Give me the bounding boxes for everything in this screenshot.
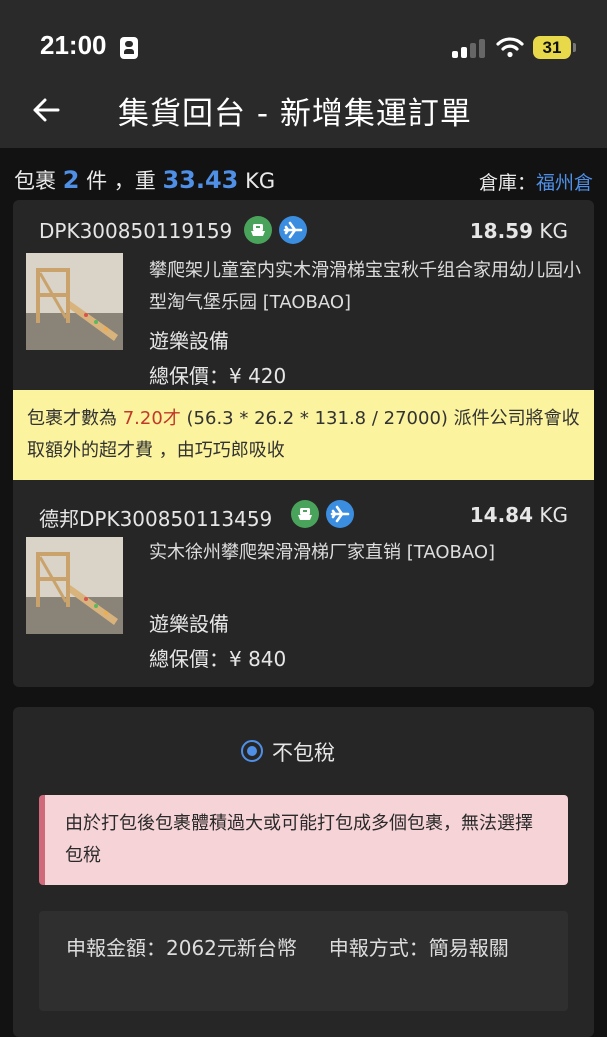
product-category: 遊樂設備 bbox=[149, 329, 229, 353]
declared-amount: 2062元新台幣 bbox=[166, 936, 297, 960]
product-description: 实木徐州攀爬架滑滑梯厂家直销 [TAOBAO] bbox=[149, 542, 496, 563]
insured-value: 總保價：¥ 840 bbox=[149, 643, 286, 672]
wifi-icon bbox=[496, 37, 524, 58]
total-weight: 33.43 bbox=[162, 166, 239, 194]
product-thumbnail[interactable] bbox=[26, 253, 123, 350]
ship-icon bbox=[244, 216, 272, 244]
insured-label: 總保價： bbox=[149, 647, 229, 671]
declaration-info: 申報金額：2062元新台幣 申報方式：簡易報關 bbox=[66, 930, 556, 966]
package-unit: 件 bbox=[86, 169, 108, 193]
status-time: 21:00 bbox=[40, 30, 107, 60]
battery-cap bbox=[573, 43, 576, 52]
id-card-icon bbox=[120, 37, 138, 59]
package-id: 德邦DPK300850113459 bbox=[39, 507, 273, 531]
weight-unit: KG bbox=[245, 169, 276, 193]
no-tax-radio[interactable] bbox=[241, 740, 263, 762]
oversize-value: 7.20才 bbox=[122, 408, 181, 429]
package-weight-unit: KG bbox=[539, 503, 568, 527]
insured-value: 總保價：¥ 420 bbox=[149, 360, 286, 389]
cellular-signal-icon bbox=[452, 38, 486, 58]
insured-label: 總保價： bbox=[149, 364, 229, 388]
package-weight-value: 18.59 bbox=[469, 219, 534, 243]
declaration-method-label: 申報方式： bbox=[328, 936, 429, 960]
package-count: 2 bbox=[62, 166, 80, 194]
declared-amount-label: 申報金額： bbox=[66, 936, 166, 960]
warehouse-info: 倉庫：福州倉 bbox=[479, 168, 593, 195]
battery-level: 31 bbox=[533, 36, 571, 59]
weight-label: ，重 bbox=[113, 169, 156, 193]
page-title: 集貨回台 - 新增集運訂單 bbox=[118, 96, 472, 132]
package-weight-value: 14.84 bbox=[469, 503, 534, 527]
warehouse-label: 倉庫： bbox=[478, 172, 536, 194]
order-summary: 包裹 2 件 ，重 33.43 KG bbox=[14, 165, 275, 195]
no-tax-label[interactable]: 不包稅 bbox=[272, 737, 335, 767]
package-weight: 14.84 KG bbox=[470, 503, 568, 527]
package-weight: 18.59 KG bbox=[470, 219, 568, 243]
plane-icon bbox=[326, 500, 354, 528]
top-bar: 21:00 31 集貨回台 - 新增集運訂單 bbox=[0, 0, 607, 148]
package-label: 包裹 bbox=[14, 169, 56, 193]
back-arrow-icon[interactable] bbox=[28, 88, 64, 132]
oversize-fee-notice: 包裹才數為 7.20才 (56.3 * 26.2 * 131.8 / 27000… bbox=[13, 390, 594, 480]
oversize-prefix: 包裹才數為 bbox=[27, 408, 117, 429]
plane-icon bbox=[279, 216, 307, 244]
package-weight-unit: KG bbox=[539, 219, 568, 243]
package-id: DPK300850119159 bbox=[39, 219, 233, 243]
insured-amount: ¥ 840 bbox=[229, 647, 287, 671]
ship-icon bbox=[291, 500, 319, 528]
product-category: 遊樂設備 bbox=[149, 612, 229, 636]
product-description: 攀爬架儿童室内实木滑滑梯宝宝秋千组合家用幼儿园小型淘气堡乐园 [TAOBAO] bbox=[149, 260, 581, 313]
declaration-method: 簡易報關 bbox=[428, 936, 509, 960]
product-thumbnail[interactable] bbox=[26, 537, 123, 634]
tax-warning: 由於打包後包裹體積過大或可能打包成多個包裹，無法選擇包稅 bbox=[39, 795, 568, 885]
insured-amount: ¥ 420 bbox=[229, 364, 287, 388]
warehouse-link[interactable]: 福州倉 bbox=[536, 172, 593, 194]
